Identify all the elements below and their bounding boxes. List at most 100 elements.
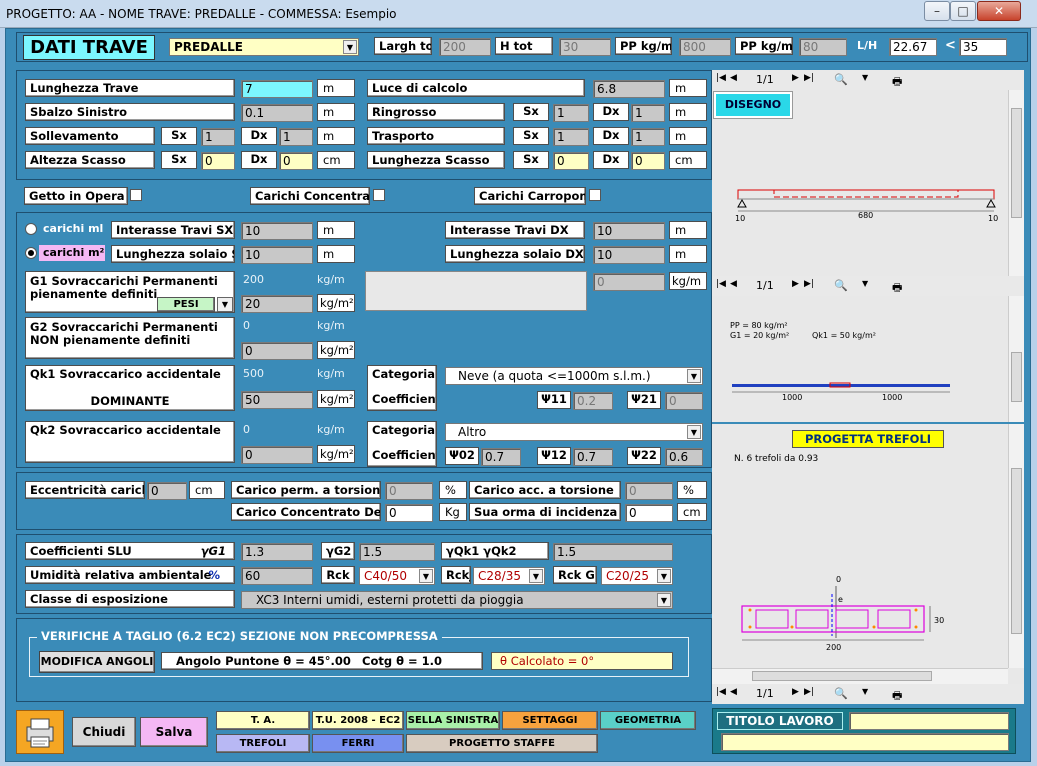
rckg-select[interactable]: C20/25 ▼ [601, 567, 673, 585]
lscasso-dx-field[interactable]: 0 [631, 152, 665, 170]
eccentricita-field[interactable]: 0 [147, 482, 187, 500]
first-page-icon[interactable]: |◀ [716, 279, 726, 289]
last-page-icon[interactable]: ▶| [804, 687, 814, 697]
lunghezza-solaio-sx-field[interactable]: 10 [241, 246, 313, 264]
qk2-field[interactable]: 0 [241, 446, 313, 464]
categoria1-select[interactable]: Neve (a quota <=1000m s.l.m.) ▼ [445, 367, 703, 385]
chevron-down-icon[interactable]: ▼ [862, 73, 868, 82]
prev-page-icon[interactable]: ◀ [730, 73, 737, 83]
next-page-icon[interactable]: ▶ [792, 687, 799, 697]
largh-tot-field[interactable]: 200 [439, 38, 491, 56]
tu-2008-button[interactable]: T.U. 2008 - EC2 [312, 711, 404, 730]
gamma-g1-field[interactable]: 1.3 [241, 543, 313, 561]
lh-max-field[interactable]: 35 [959, 38, 1007, 56]
radio-m2[interactable] [25, 247, 37, 259]
chevron-down-icon[interactable]: ▼ [862, 687, 868, 696]
scrollbar-thumb[interactable] [1011, 352, 1022, 402]
trefoli-button[interactable]: TREFOLI [216, 734, 310, 753]
first-page-icon[interactable]: |◀ [716, 73, 726, 83]
chevron-down-icon[interactable]: ▼ [217, 297, 233, 312]
prev-page-icon[interactable]: ◀ [730, 279, 737, 289]
umidita-field[interactable]: 60 [241, 567, 313, 585]
psi11-field[interactable]: 0.2 [573, 392, 613, 410]
psi12-field[interactable]: 0.7 [573, 448, 613, 466]
chevron-down-icon[interactable]: ▼ [862, 279, 868, 288]
chevron-down-icon[interactable]: ▼ [687, 369, 701, 383]
trasporto-sx-field[interactable]: 1 [553, 128, 589, 146]
lscasso-sx-field[interactable]: 0 [553, 152, 589, 170]
ta-button[interactable]: T. A. [216, 711, 310, 730]
interasse-dx-field[interactable]: 10 [593, 222, 665, 240]
dente-field[interactable]: 0 [385, 504, 433, 522]
scasso-dx-field[interactable]: 0 [279, 152, 313, 170]
modifica-angoli-button[interactable]: MODIFICA ANGOLI [39, 651, 155, 673]
soll-dx-field[interactable]: 1 [279, 128, 313, 146]
rckj-select[interactable]: C28/35 ▼ [473, 567, 545, 585]
categoria2-select[interactable]: Altro ▼ [445, 423, 703, 441]
close-button[interactable]: ✕ [977, 1, 1021, 21]
last-page-icon[interactable]: ▶| [804, 73, 814, 83]
luce-field[interactable]: 6.8 [593, 80, 665, 98]
settaggi-button[interactable]: SETTAGGI [502, 711, 598, 730]
lunghezza-trave-field[interactable]: 7 [241, 80, 313, 98]
gamma-g2-field[interactable]: 1.5 [359, 543, 435, 561]
soll-sx-field[interactable]: 1 [201, 128, 235, 146]
scasso-sx-field[interactable]: 0 [201, 152, 235, 170]
first-page-icon[interactable]: |◀ [716, 687, 726, 697]
chevron-down-icon[interactable]: ▼ [687, 425, 701, 439]
print-button[interactable] [16, 710, 64, 754]
titolo-lavoro-field[interactable] [849, 712, 1009, 730]
psi02-field[interactable]: 0.7 [481, 448, 521, 466]
titolo-lavoro-field-2[interactable] [721, 733, 1009, 751]
chiudi-button[interactable]: Chiudi [72, 717, 136, 747]
geometria-button[interactable]: GEOMETRIA [600, 711, 696, 730]
chevron-down-icon[interactable]: ▼ [657, 593, 671, 607]
zoom-icon[interactable]: 🔍 [834, 279, 848, 292]
radio-ml[interactable] [25, 223, 37, 235]
g2-field[interactable]: 0 [241, 342, 313, 360]
interasse-sx-field[interactable]: 10 [241, 222, 313, 240]
notes-area[interactable] [365, 271, 587, 311]
print-icon[interactable]: 🖶 [892, 687, 902, 706]
classe-select[interactable]: XC3 Interni umidi, esterni protetti da p… [241, 591, 673, 609]
maximize-button[interactable]: □ [950, 1, 976, 21]
rck-select[interactable]: C40/50 ▼ [359, 567, 435, 585]
qk1-field[interactable]: 50 [241, 391, 313, 409]
trasporto-dx-field[interactable]: 1 [631, 128, 665, 146]
torsione-perm-field[interactable]: 0 [385, 482, 433, 500]
ferri-button[interactable]: FERRI [312, 734, 404, 753]
zoom-icon[interactable]: 🔍 [834, 73, 848, 86]
salva-button[interactable]: Salva [140, 717, 208, 747]
sbalzo-field[interactable]: 0.1 [241, 104, 313, 122]
chevron-down-icon[interactable]: ▼ [657, 569, 671, 583]
g1-field[interactable]: 20 [241, 295, 313, 313]
zoom-icon[interactable]: 🔍 [834, 687, 848, 700]
scrollbar[interactable] [1008, 424, 1024, 668]
getto-opera-checkbox[interactable] [130, 189, 142, 201]
lh-field[interactable]: 22.67 [889, 38, 937, 56]
ringrosso-sx-field[interactable]: 1 [553, 104, 589, 122]
sella-sinistra-button[interactable]: SELLA SINISTRA [406, 711, 500, 730]
minimize-button[interactable]: – [924, 1, 950, 21]
progetto-staffe-button[interactable]: PROGETTO STAFFE [406, 734, 598, 753]
psi22-field[interactable]: 0.6 [665, 448, 703, 466]
h-scrollbar-thumb[interactable] [752, 671, 932, 681]
pp-kgm2-field[interactable]: 80 [799, 38, 847, 56]
scrollbar[interactable] [1008, 296, 1024, 422]
pp-kgm-field[interactable]: 800 [679, 38, 731, 56]
next-page-icon[interactable]: ▶ [792, 279, 799, 289]
lunghezza-solaio-dx-field[interactable]: 10 [593, 246, 665, 264]
ringrosso-dx-field[interactable]: 1 [631, 104, 665, 122]
gamma-qk-field[interactable]: 1.5 [553, 543, 673, 561]
orma-field[interactable]: 0 [625, 504, 673, 522]
prev-page-icon[interactable]: ◀ [730, 687, 737, 697]
torsione-acc-field[interactable]: 0 [625, 482, 673, 500]
scrollbar-thumb[interactable] [1011, 468, 1022, 634]
last-page-icon[interactable]: ▶| [804, 279, 814, 289]
pesi-button[interactable]: PESI [157, 297, 215, 312]
next-page-icon[interactable]: ▶ [792, 73, 799, 83]
carichi-concentrati-checkbox[interactable] [373, 189, 385, 201]
h-scrollbar[interactable] [712, 668, 1008, 684]
scrollbar[interactable] [1008, 90, 1024, 276]
carichi-carroponte-checkbox[interactable] [589, 189, 601, 201]
